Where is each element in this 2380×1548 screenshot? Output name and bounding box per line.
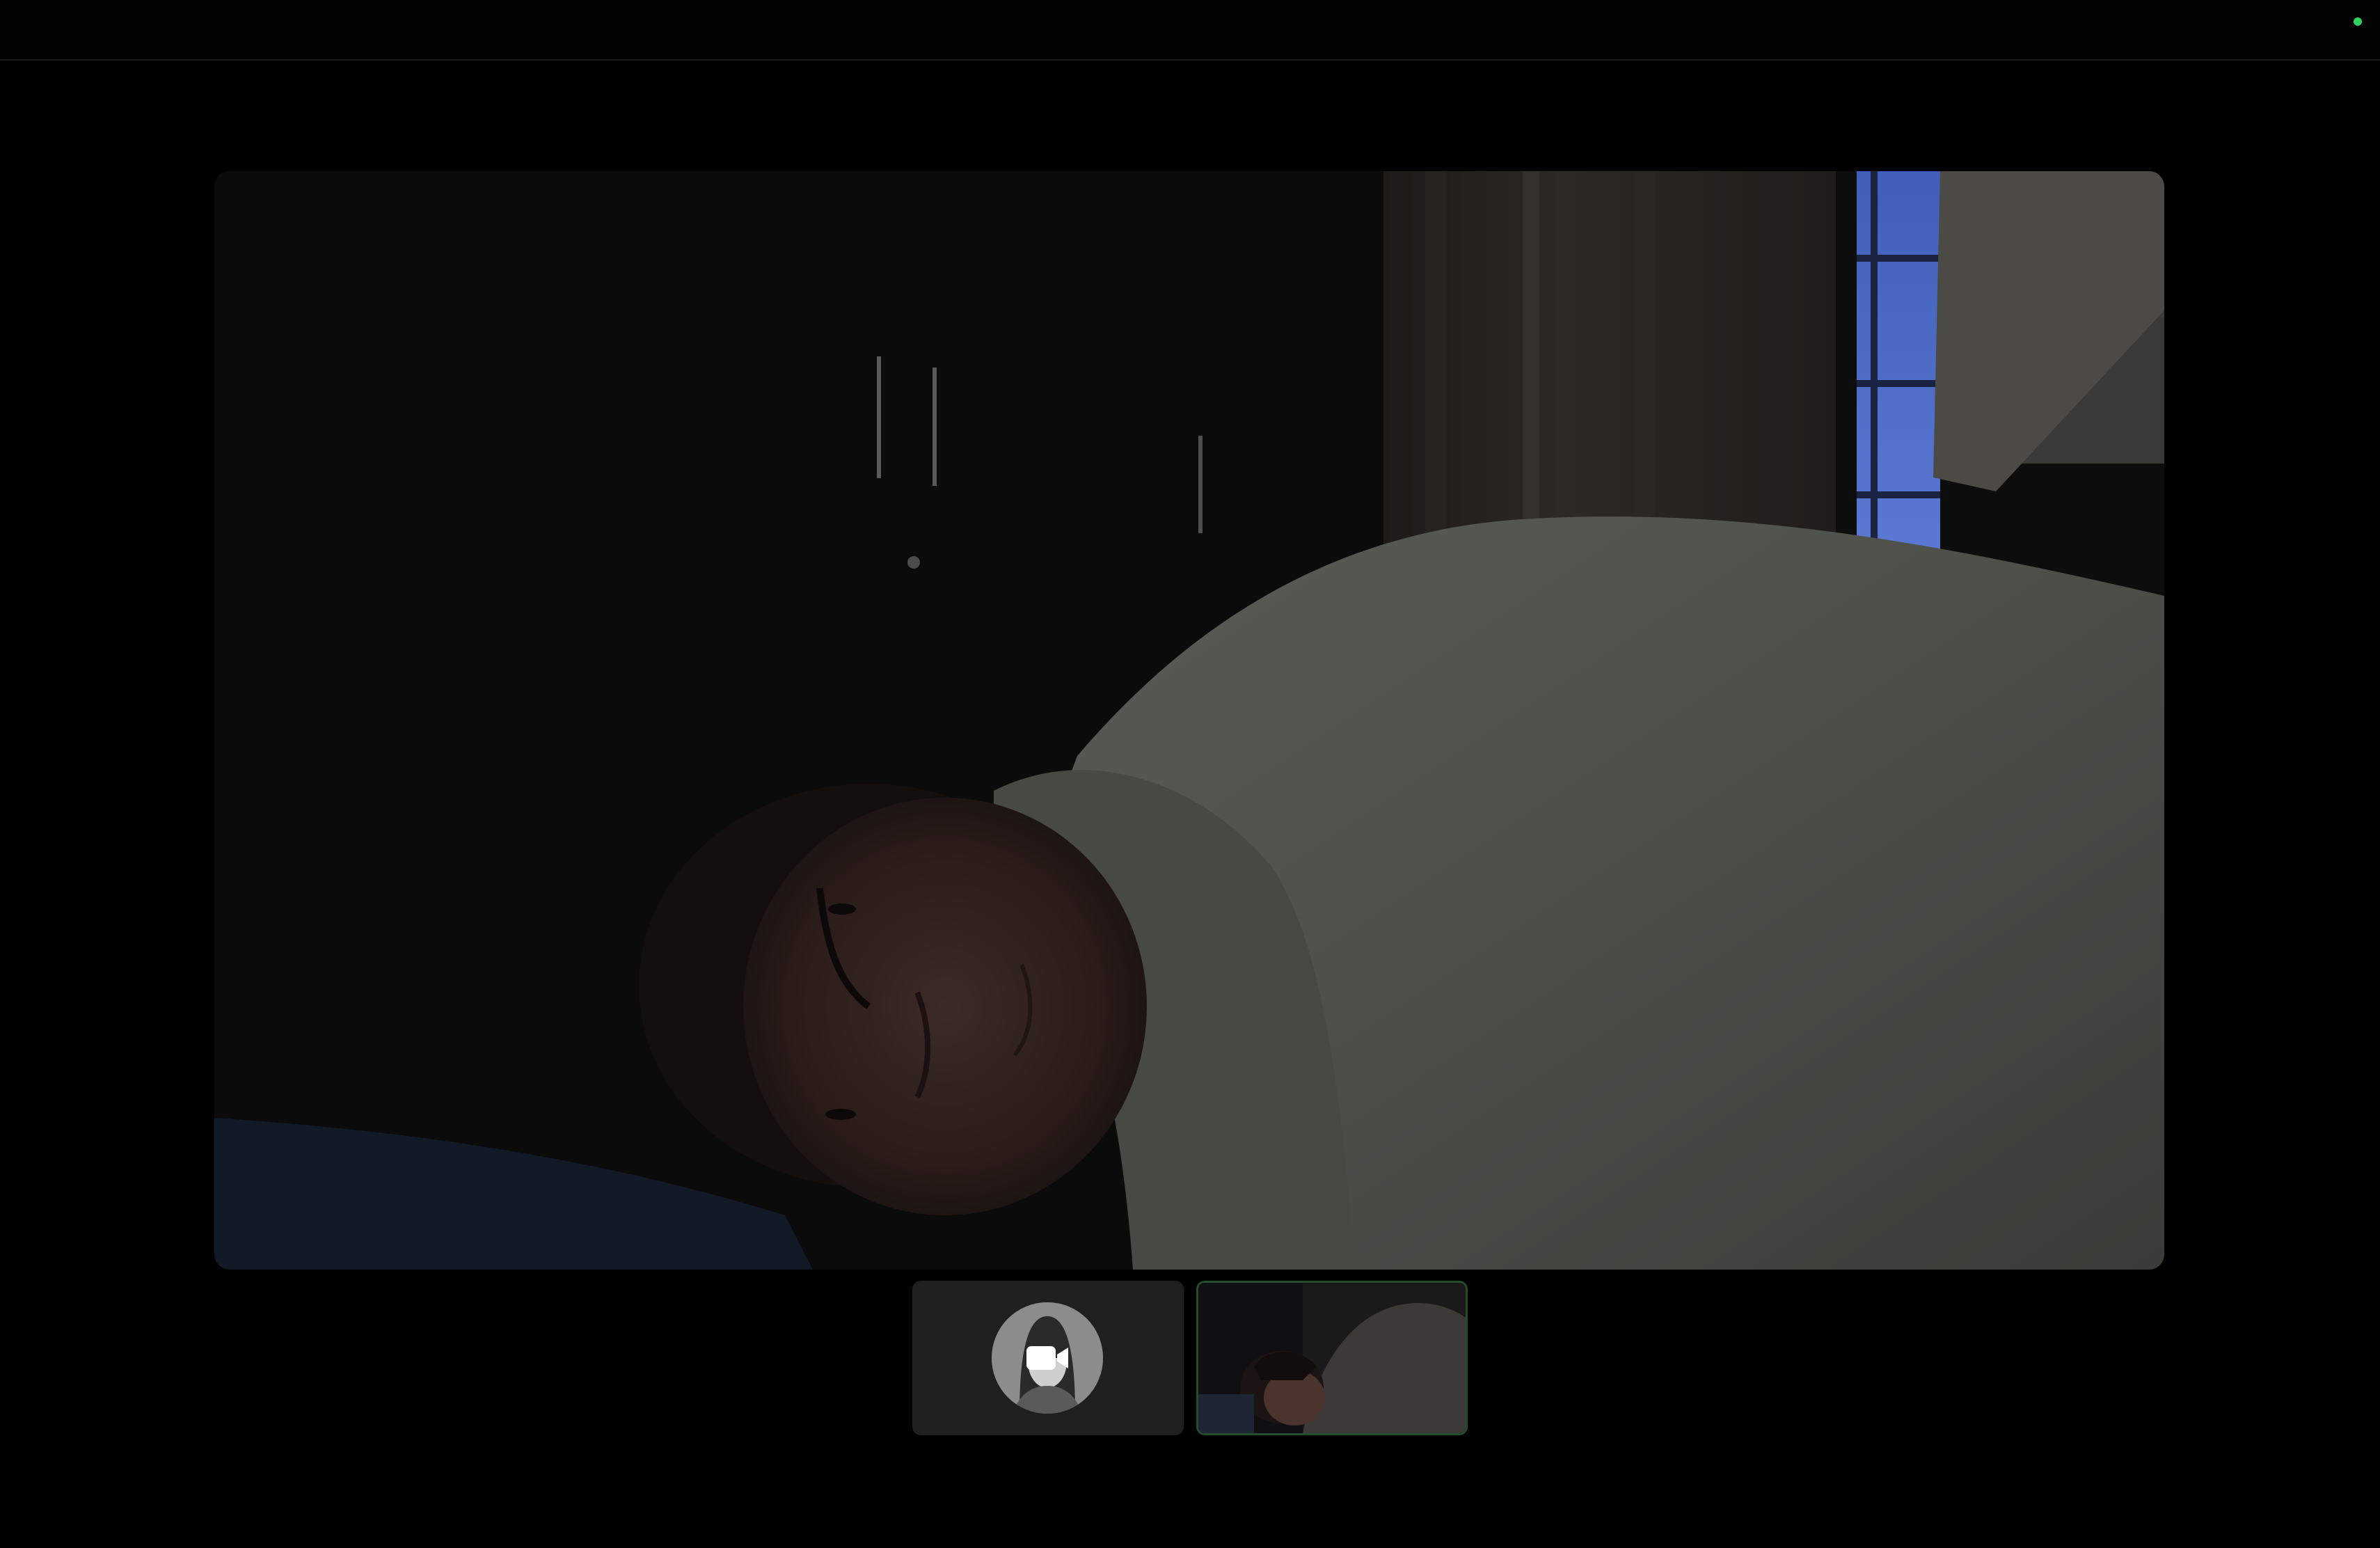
participant-video-thumbnail[interactable]	[1196, 1281, 1468, 1435]
title-bar	[0, 0, 2380, 61]
participant-thumbnails	[912, 1281, 1469, 1437]
connection-status-indicator	[2354, 17, 2362, 26]
self-view-thumbnail[interactable]	[912, 1281, 1184, 1435]
camera-off-icon	[1026, 1346, 1068, 1370]
avatar	[992, 1302, 1103, 1414]
main-video-feed[interactable]	[214, 171, 2164, 1270]
